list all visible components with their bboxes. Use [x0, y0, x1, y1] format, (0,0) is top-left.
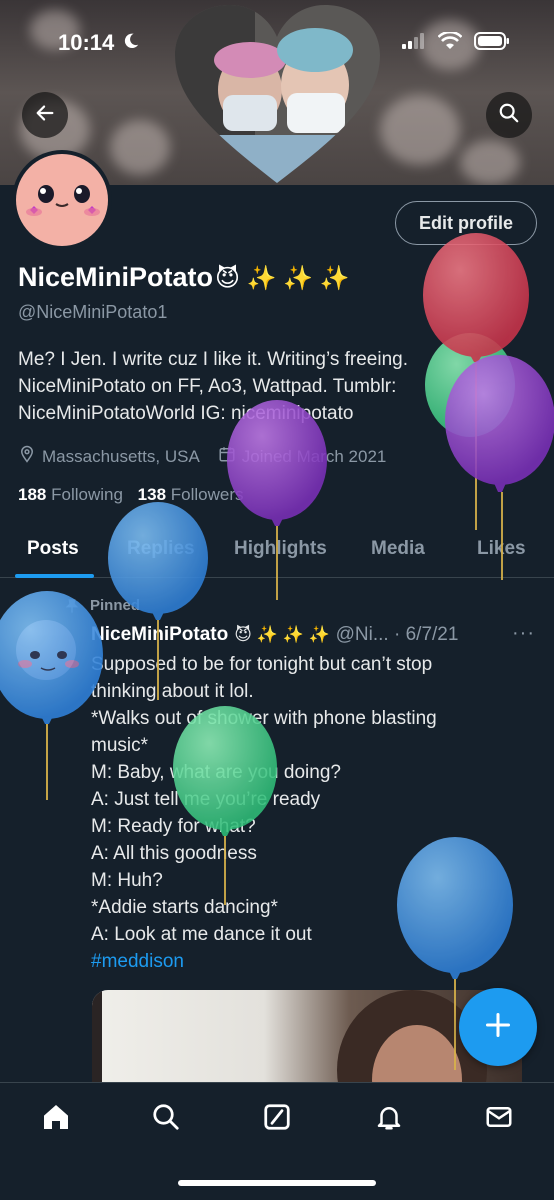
battery-icon — [474, 32, 510, 55]
search-icon — [151, 1102, 181, 1137]
more-options-icon[interactable]: ··· — [512, 622, 535, 645]
nav-notifications[interactable] — [371, 1101, 407, 1137]
tab-likes[interactable]: Likes — [477, 538, 526, 560]
bio-line: Me? I Jen. I write cuz I like it. Writin… — [18, 349, 408, 370]
tweet-header: NiceMiniPotato 😈 ✨ ✨ ✨ @Ni... · 6/7/21 — [91, 624, 458, 646]
location-icon — [18, 445, 36, 468]
compose-fab[interactable] — [459, 988, 537, 1066]
profile-tabs: Posts Replies Highlights Media Likes — [0, 530, 554, 578]
compose-icon — [262, 1102, 292, 1137]
home-icon — [40, 1101, 72, 1138]
nav-messages[interactable] — [481, 1101, 517, 1137]
tweet-line: thinking about it lol. — [91, 681, 254, 702]
following-count: 188 — [18, 485, 47, 504]
arrow-left-icon — [34, 102, 56, 129]
tab-replies[interactable]: Replies — [127, 538, 195, 560]
mail-icon — [484, 1102, 514, 1137]
tweet-hashtag[interactable]: #meddison — [91, 948, 541, 975]
nav-home[interactable] — [38, 1101, 74, 1137]
tweet-line: M: Huh? — [91, 870, 163, 891]
display-name: NiceMiniPotato😈 ✨ ✨ ✨ — [18, 262, 350, 293]
profile-joined: Joined March 2021 — [241, 446, 387, 466]
follow-counts: 188 Following 138 Followers — [18, 485, 244, 505]
search-button[interactable] — [486, 92, 532, 138]
tweet-line: M: Baby, what are you doing? — [91, 762, 341, 783]
followers-label: Followers — [170, 485, 244, 504]
tweet-line: *Addie starts dancing* — [91, 897, 278, 918]
following-label: Following — [51, 485, 123, 504]
edit-profile-button[interactable]: Edit profile — [395, 201, 537, 245]
tweet-author-name[interactable]: NiceMiniPotato — [91, 624, 228, 646]
tweet-line: music* — [91, 735, 149, 756]
status-bar: 10:14 — [0, 0, 554, 80]
status-time: 10:14 — [58, 30, 115, 55]
nav-search[interactable] — [148, 1101, 184, 1137]
tweet-handle-date: @Ni... · 6/7/21 — [335, 624, 459, 645]
tweet-line: A: Look at me dance it out — [91, 924, 312, 945]
display-name-text: NiceMiniPotato — [18, 262, 214, 292]
tweet-line: Supposed to be for tonight but can’t sto… — [91, 654, 433, 675]
profile-bio: Me? I Jen. I write cuz I like it. Writin… — [18, 346, 538, 427]
tweet-author-emoji: 😈 ✨ ✨ ✨ — [234, 625, 330, 644]
wifi-icon — [437, 30, 463, 55]
moon-icon — [122, 32, 140, 55]
tweet-line: *Walks out of shower with phone blasting — [91, 708, 437, 729]
pinned-label: Pinned — [90, 597, 141, 614]
profile-avatar[interactable] — [12, 150, 112, 250]
home-indicator — [178, 1180, 376, 1186]
profile-handle: @NiceMiniPotato1 — [18, 302, 168, 322]
plus-icon — [484, 1011, 512, 1044]
tweet-line: A: All this goodness — [91, 843, 257, 864]
search-icon — [498, 102, 520, 129]
following-link[interactable]: 188 Following — [18, 485, 123, 504]
tweet-text: Supposed to be for tonight but can’t sto… — [91, 651, 541, 975]
back-button[interactable] — [22, 92, 68, 138]
bio-line: NiceMiniPotatoWorld IG: niceminipotato — [18, 403, 354, 424]
tweet-avatar[interactable] — [16, 620, 76, 680]
tab-media[interactable]: Media — [371, 538, 425, 560]
profile-meta: Massachusetts, USA Joined March 2021 — [18, 445, 386, 468]
tweet-line: M: Ready for what? — [91, 816, 256, 837]
tab-highlights[interactable]: Highlights — [234, 538, 327, 560]
profile-location: Massachusetts, USA — [42, 446, 200, 466]
bell-icon — [374, 1102, 404, 1137]
followers-link[interactable]: 138 Followers — [138, 485, 244, 504]
tab-posts[interactable]: Posts — [27, 538, 79, 560]
pin-icon — [64, 598, 80, 619]
tweet-line: A: Just tell me you’re ready — [91, 789, 321, 810]
signal-icon — [402, 33, 426, 54]
active-tab-indicator — [15, 574, 94, 578]
followers-count: 138 — [137, 485, 167, 504]
bio-line: NiceMiniPotato on FF, Ao3, Wattpad. Tumb… — [18, 376, 397, 397]
nav-grok[interactable] — [259, 1101, 295, 1137]
display-name-emoji: 😈 ✨ ✨ ✨ — [215, 265, 350, 292]
calendar-icon — [218, 445, 236, 468]
